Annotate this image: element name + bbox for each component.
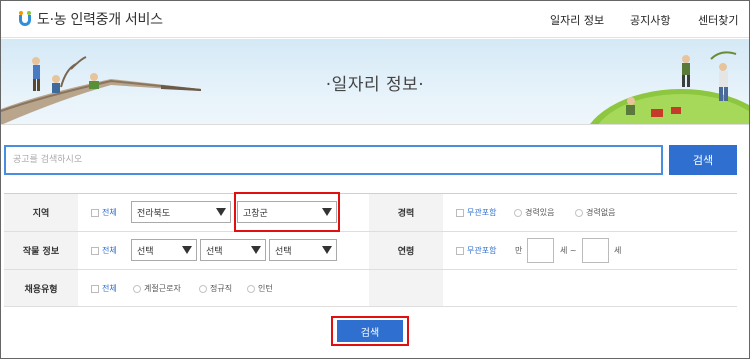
search-input[interactable] [4,145,663,175]
highlight-county-box [234,192,340,232]
experience-label: 경력 [369,194,443,231]
dropdown-arrow-icon [182,246,192,254]
checkbox-icon [91,246,99,255]
nav-item-centers[interactable]: 센터찾기 [698,12,738,28]
crop-select-2[interactable]: 선택 [200,239,266,261]
employment-all-label: 전체 [102,284,117,293]
logo-text: 도·농 인력중개 서비스 [37,12,163,28]
crop-select-1[interactable]: 선택 [131,239,197,261]
experience-yes-label: 경력있음 [525,208,555,217]
age-suffix: 세 [614,246,622,255]
logo-icon [18,10,34,28]
employment-intern-label: 인턴 [258,284,273,293]
radio-icon [247,284,255,293]
radio-icon [199,284,207,293]
employment-type-label: 채용유형 [4,270,78,306]
age-min-input[interactable] [527,238,554,263]
dropdown-arrow-icon [251,246,261,254]
search-button[interactable]: 검색 [669,145,737,175]
dropdown-arrow-icon [322,246,332,254]
employment-seasonal-radio[interactable]: 계절근로자 [133,283,181,294]
region-province-value: 전라북도 [137,208,171,219]
checkbox-icon [91,284,99,293]
crop-select-2-value: 선택 [206,246,223,257]
site-logo[interactable]: 도·농 인력중개 서비스 [18,9,163,29]
crop-select-1-value: 선택 [137,246,154,257]
checkbox-icon [456,208,464,217]
employment-all-checkbox[interactable]: 전체 [91,283,117,294]
experience-any-checkbox[interactable]: 무관포함 [456,207,496,218]
region-province-select[interactable]: 전라북도 [131,201,231,223]
experience-yes-radio[interactable]: 경력있음 [514,207,554,218]
checkbox-icon [456,246,464,255]
crop-label: 작물 정보 [4,232,78,269]
nav-item-notice[interactable]: 공지사항 [630,12,670,28]
experience-any-label: 무관포함 [467,208,497,217]
region-label: 지역 [4,194,78,231]
age-any-label: 무관포함 [467,246,497,255]
employment-regular-label: 정규직 [210,284,233,293]
age-max-input[interactable] [582,238,609,263]
highlight-submit-box [331,316,409,346]
age-label: 연령 [369,232,443,269]
filter-row-crop: 작물 정보 전체 선택 선택 선택 연령 무관포함 만 세 ~ 세 [4,232,737,270]
experience-no-radio[interactable]: 경력없음 [575,207,615,218]
crop-select-3-value: 선택 [275,246,292,257]
checkbox-icon [91,208,99,217]
banner-right-illustration [590,51,749,124]
filter-row-region: 지역 전체 전라북도 고창군 경력 무관포함 경력있음 경력없음 [4,194,737,232]
radio-icon [514,208,522,217]
crop-select-3[interactable]: 선택 [269,239,337,261]
region-all-checkbox[interactable]: 전체 [91,207,117,218]
crop-all-checkbox[interactable]: 전체 [91,245,117,256]
radio-icon [133,284,141,293]
crop-all-label: 전체 [102,246,117,255]
filter-row-employment: 채용유형 전체 계절근로자 정규직 인턴 [4,270,737,307]
age-mid-text: 세 ~ [560,246,577,255]
employment-intern-radio[interactable]: 인턴 [247,283,273,294]
age-from-prefix: 만 [515,246,523,255]
filter-table: 지역 전체 전라북도 고창군 경력 무관포함 경력있음 경력없음 작물 정보 전… [4,193,737,307]
employment-seasonal-label: 계절근로자 [144,284,181,293]
dropdown-arrow-icon [216,208,226,216]
experience-no-label: 경력없음 [586,208,616,217]
radio-icon [575,208,583,217]
nav-item-jobs[interactable]: 일자리 정보 [550,12,604,28]
age-any-checkbox[interactable]: 무관포함 [456,245,496,256]
page-banner: ·일자리 정보· [1,39,749,125]
empty-label-cell [369,270,443,306]
region-all-label: 전체 [102,208,117,217]
top-header: 도·농 인력중개 서비스 일자리 정보 공지사항 센터찾기 [1,1,749,38]
employment-regular-radio[interactable]: 정규직 [199,283,232,294]
